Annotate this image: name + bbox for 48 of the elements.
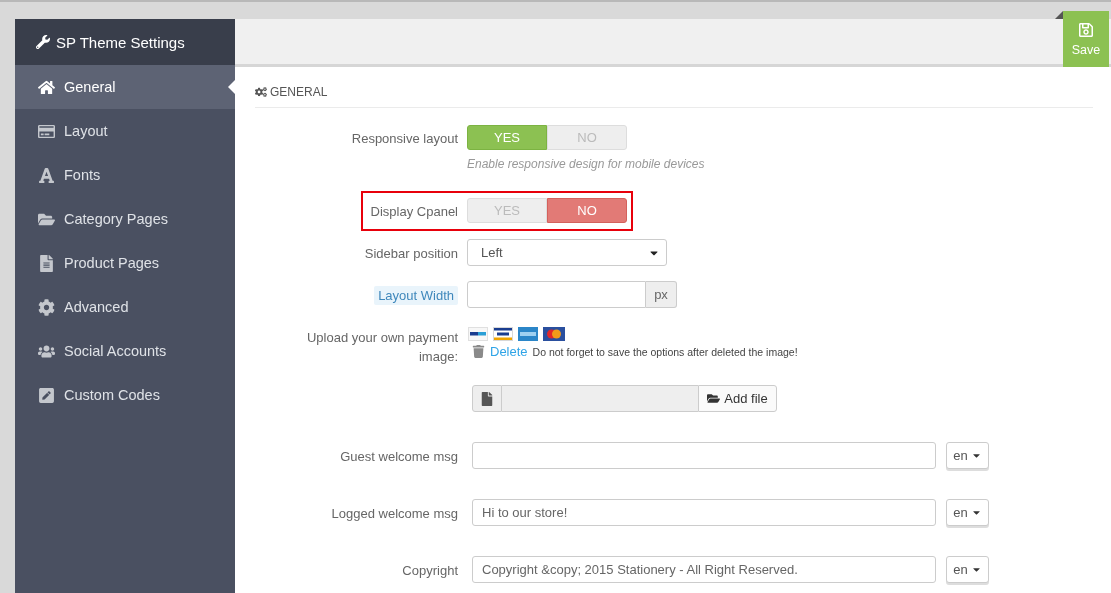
sidebar-item[interactable]: Social Accounts xyxy=(15,329,235,373)
sidebar-item[interactable]: Category Pages xyxy=(15,197,235,241)
card-logo-icon xyxy=(493,326,513,341)
field-label: Copyright xyxy=(402,563,458,578)
language-button[interactable]: en xyxy=(946,442,989,469)
field-label: Sidebar position xyxy=(364,246,458,261)
field-label: Upload your own payment image: xyxy=(306,330,458,364)
document-icon xyxy=(37,254,55,272)
card-logo-icon xyxy=(543,326,565,341)
field-label: Responsive layout xyxy=(351,131,458,146)
settings-icon xyxy=(255,86,267,98)
card-logo-icon xyxy=(518,326,538,341)
trash-icon xyxy=(472,345,485,358)
sidebar-item[interactable]: Advanced xyxy=(15,285,235,329)
input-field[interactable] xyxy=(467,281,646,308)
card-icon xyxy=(37,122,55,140)
tooltip-label: Layout Width xyxy=(374,286,458,305)
text-field[interactable]: Copyright &copy; 2015 Stationery - All Right Reserved. xyxy=(472,556,936,583)
wrench-icon xyxy=(36,35,50,49)
home-icon xyxy=(37,78,55,96)
sidebar-item[interactable]: General xyxy=(15,65,235,109)
save-icon xyxy=(1078,22,1094,38)
sidebar-item[interactable]: Custom Codes xyxy=(15,373,235,417)
edit-icon xyxy=(37,386,55,404)
file-icon xyxy=(480,391,494,406)
sidebar-item[interactable]: Product Pages xyxy=(15,241,235,285)
add-file-button[interactable]: Add file xyxy=(698,385,777,412)
font-icon xyxy=(37,166,55,184)
sidebar-title: SP Theme Settings xyxy=(56,33,185,51)
text-field[interactable] xyxy=(472,442,936,469)
folder-icon xyxy=(707,392,721,405)
field-label: Logged welcome msg xyxy=(331,506,458,521)
dropdown-field[interactable]: Left xyxy=(467,239,667,266)
file-name-field[interactable] xyxy=(502,385,698,412)
language-button[interactable]: en xyxy=(946,556,989,583)
field-label: Guest welcome msg xyxy=(340,449,458,464)
unit-addon: px xyxy=(646,281,677,308)
sidebar-item[interactable]: Layout xyxy=(15,109,235,153)
settings-icon xyxy=(37,298,55,316)
delete-note: Do not forget to save the options after deleted the image! xyxy=(532,345,798,358)
field-label: Display Cpanel xyxy=(370,204,458,219)
corner-fold-icon xyxy=(1055,11,1063,19)
language-button[interactable]: en xyxy=(946,499,989,526)
sidebar-item[interactable]: Fonts xyxy=(15,153,235,197)
section-title: GENERAL xyxy=(270,85,328,99)
help-text: Enable responsive design for mobile devices xyxy=(467,157,705,171)
card-logo-icon xyxy=(468,326,488,341)
text-field[interactable]: Hi to our store! xyxy=(472,499,936,526)
